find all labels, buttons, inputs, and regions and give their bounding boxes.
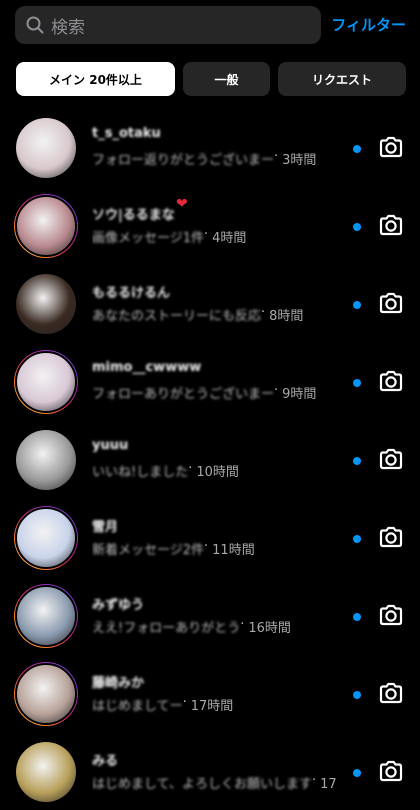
camera-icon[interactable] bbox=[377, 367, 405, 395]
thread-name: ソウ|るるまな bbox=[92, 208, 175, 223]
camera-icon[interactable] bbox=[377, 757, 405, 785]
thread-name: みずゆう bbox=[92, 598, 145, 613]
thread-preview-line: 新着メッセージ2件 · 11時間 bbox=[92, 539, 255, 558]
unread-dot bbox=[353, 769, 361, 777]
thread-list: t_s_otaku フォロー返りがとうございまー · 3時間ソウ|るるまな ❤ 画像メ… bbox=[0, 108, 420, 810]
unread-dot bbox=[353, 457, 361, 465]
thread-row[interactable]: ソウ|るるまな ❤ 画像メッセージ1件 · 4時間 bbox=[0, 186, 420, 264]
avatar[interactable] bbox=[14, 194, 78, 258]
thread-preview-line: フォローありがとうございまー · 9時間 bbox=[92, 383, 317, 402]
thread-time: 11時間 bbox=[212, 543, 255, 558]
thread-time: 9時間 bbox=[282, 387, 317, 402]
thread-preview-line: はじめまして、よろしくお願いします · 17時間 bbox=[92, 773, 337, 792]
avatar[interactable] bbox=[14, 662, 78, 726]
unread-dot bbox=[353, 223, 361, 231]
camera-icon[interactable] bbox=[377, 289, 405, 317]
thread-preview: フォロー返りがとうございまー bbox=[92, 153, 275, 168]
thread-name: t_s_otaku bbox=[92, 126, 161, 141]
avatar[interactable] bbox=[14, 428, 78, 492]
thread-name: もるるけるん bbox=[92, 286, 171, 301]
camera-icon[interactable] bbox=[377, 601, 405, 629]
thread-row[interactable]: みるはじめまして、よろしくお願いします · 17時間 bbox=[0, 732, 420, 810]
avatar[interactable] bbox=[14, 740, 78, 804]
thread-time: 10時間 bbox=[196, 465, 239, 480]
thread-name: 藤崎みか bbox=[92, 676, 145, 691]
thread-row[interactable]: もるるけるんあなたのストーリーにも反応 · 8時間 bbox=[0, 264, 420, 342]
thread-row[interactable]: 藤崎みかはじめましてー · 17時間 bbox=[0, 654, 420, 732]
unread-dot bbox=[353, 301, 361, 309]
camera-icon[interactable] bbox=[377, 133, 405, 161]
tab-general[interactable]: 一般 bbox=[183, 62, 270, 96]
avatar-image bbox=[16, 742, 76, 802]
thread-preview-line: あなたのストーリーにも反応 · 8時間 bbox=[92, 305, 304, 324]
thread-row[interactable]: mimo__cwwww フォローありがとうございまー · 9時間 bbox=[0, 342, 420, 420]
avatar-image bbox=[15, 663, 77, 725]
thread-preview-line: ええ!フォローありがとう · 16時間 bbox=[92, 617, 291, 636]
search-icon bbox=[25, 15, 45, 35]
thread-time: 4時間 bbox=[212, 231, 247, 246]
thread-preview: はじめましてー bbox=[92, 699, 183, 714]
unread-dot bbox=[353, 379, 361, 387]
camera-icon[interactable] bbox=[377, 211, 405, 239]
thread-time: 8時間 bbox=[269, 309, 304, 324]
thread-time: 17時間 bbox=[320, 777, 337, 792]
unread-dot bbox=[353, 535, 361, 543]
heart-icon: ❤ bbox=[176, 196, 188, 212]
avatar[interactable] bbox=[14, 350, 78, 414]
camera-icon[interactable] bbox=[377, 445, 405, 473]
thread-time: 17時間 bbox=[190, 699, 234, 714]
avatar[interactable] bbox=[14, 272, 78, 336]
thread-name: みる bbox=[92, 754, 119, 769]
thread-name: yuuu bbox=[92, 438, 129, 453]
avatar-image bbox=[16, 274, 76, 334]
thread-preview-line: はじめましてー · 17時間 bbox=[92, 695, 234, 714]
avatar[interactable] bbox=[14, 584, 78, 648]
unread-dot bbox=[353, 613, 361, 621]
thread-time: 16時間 bbox=[248, 621, 291, 636]
filter-button[interactable]: フィルター bbox=[331, 14, 406, 35]
thread-preview: あなたのストーリーにも反応 bbox=[92, 309, 262, 324]
avatar-image bbox=[15, 195, 77, 257]
thread-preview-line: いいね!しました · 10時間 bbox=[92, 461, 239, 480]
thread-preview-line: フォロー返りがとうございまー · 3時間 bbox=[92, 149, 317, 168]
thread-preview: はじめまして、よろしくお願いします bbox=[92, 777, 312, 792]
search-input[interactable]: 検索 bbox=[15, 6, 321, 44]
thread-name: mimo__cwwww bbox=[92, 360, 202, 375]
camera-icon[interactable] bbox=[377, 679, 405, 707]
avatar-image bbox=[15, 507, 77, 569]
inbox-tabs: メイン 20件以上 一般 リクエスト bbox=[16, 62, 406, 96]
thread-preview-line: 画像メッセージ1件 · 4時間 bbox=[92, 227, 247, 246]
thread-time: 3時間 bbox=[282, 153, 317, 168]
avatar-image bbox=[16, 430, 76, 490]
avatar-image bbox=[16, 118, 76, 178]
thread-row[interactable]: 雪月新着メッセージ2件 · 11時間 bbox=[0, 498, 420, 576]
avatar[interactable] bbox=[14, 116, 78, 180]
thread-preview: いいね!しました bbox=[92, 465, 189, 480]
thread-preview: フォローありがとうございまー bbox=[92, 387, 275, 402]
tab-main[interactable]: メイン 20件以上 bbox=[16, 62, 175, 96]
avatar-image bbox=[15, 585, 77, 647]
tab-requests[interactable]: リクエスト bbox=[278, 62, 406, 96]
search-placeholder: 検索 bbox=[51, 17, 85, 38]
thread-row[interactable]: t_s_otaku フォロー返りがとうございまー · 3時間 bbox=[0, 108, 420, 186]
thread-preview: 画像メッセージ1件 bbox=[92, 231, 205, 246]
unread-dot bbox=[353, 691, 361, 699]
avatar-image bbox=[15, 351, 77, 413]
thread-row[interactable]: yuuu いいね!しました · 10時間 bbox=[0, 420, 420, 498]
thread-preview: 新着メッセージ2件 bbox=[92, 543, 205, 558]
unread-dot bbox=[353, 145, 361, 153]
avatar[interactable] bbox=[14, 506, 78, 570]
camera-icon[interactable] bbox=[377, 523, 405, 551]
thread-preview: ええ!フォローありがとう bbox=[92, 621, 241, 636]
thread-name: 雪月 bbox=[92, 520, 119, 535]
thread-row[interactable]: みずゆうええ!フォローありがとう · 16時間 bbox=[0, 576, 420, 654]
